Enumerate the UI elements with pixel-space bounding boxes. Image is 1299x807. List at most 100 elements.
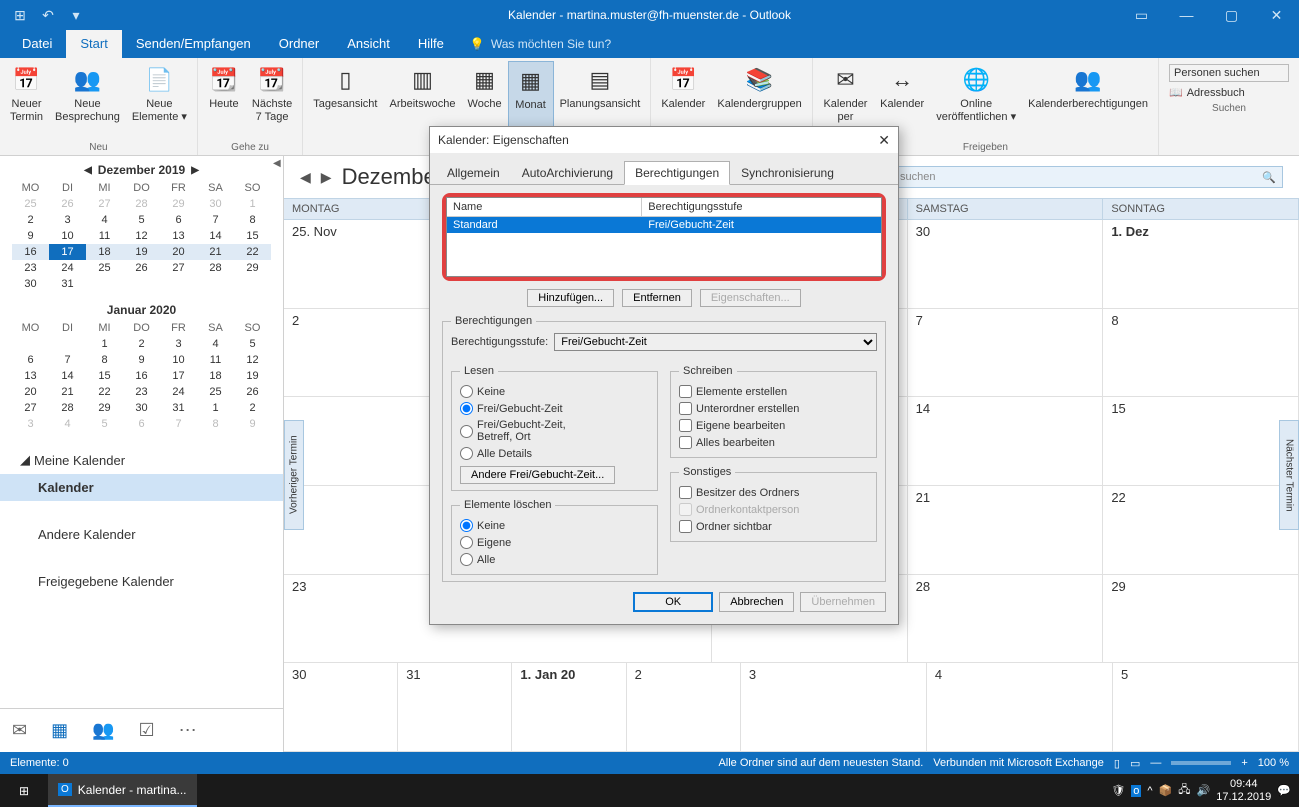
schreiben-unterordner-check[interactable]: Unterordner erstellen	[679, 400, 868, 417]
cal-day[interactable]: 21	[197, 244, 234, 260]
cal-day[interactable]: 25	[86, 260, 123, 276]
mail-icon[interactable]: ✉	[12, 720, 27, 741]
cal-day[interactable]: 29	[160, 196, 197, 212]
cal-day[interactable]	[49, 336, 86, 352]
andere-freigebucht-button[interactable]: Andere Frei/Gebucht-Zeit...	[460, 466, 615, 484]
cal-day[interactable]: 20	[160, 244, 197, 260]
start-button[interactable]: ⊞	[0, 774, 48, 807]
next-appointment-tab[interactable]: Nächster Termin	[1279, 420, 1299, 530]
neue-elemente-button[interactable]: 📄Neue Elemente ▾	[126, 61, 193, 140]
tab-ansicht[interactable]: Ansicht	[333, 30, 404, 58]
cal-day[interactable]: 4	[49, 416, 86, 432]
cal-day[interactable]: 18	[197, 368, 234, 384]
cal-day[interactable]: 22	[86, 384, 123, 400]
tab-datei[interactable]: Datei	[8, 30, 66, 58]
cal-day[interactable]: 21	[49, 384, 86, 400]
cal-day[interactable]: 17	[160, 368, 197, 384]
cal-day[interactable]: 11	[197, 352, 234, 368]
cal-day[interactable]: 29	[86, 400, 123, 416]
minimize-icon[interactable]: —	[1164, 0, 1209, 30]
tray-notifications-icon[interactable]: 💬	[1277, 784, 1291, 797]
tray-volume-icon[interactable]: 🔊	[1197, 784, 1211, 797]
heute-button[interactable]: 📆Heute	[202, 61, 246, 140]
people-nav-icon[interactable]: 👥	[92, 720, 114, 741]
lesen-frei-ort-radio[interactable]: Frei/Gebucht-Zeit, Betreff, Ort	[460, 417, 649, 445]
cal-day[interactable]: 14	[49, 368, 86, 384]
lesen-alle-radio[interactable]: Alle Details	[460, 445, 649, 462]
personen-suchen-input[interactable]: Personen suchen	[1169, 64, 1289, 82]
schreiben-eigene-check[interactable]: Eigene bearbeiten	[679, 417, 868, 434]
cal-day[interactable]: 8	[86, 352, 123, 368]
cal-day[interactable]: 30	[123, 400, 160, 416]
cal-day[interactable]: 3	[49, 212, 86, 228]
tab-start[interactable]: Start	[66, 30, 121, 58]
cal-day[interactable]: 13	[12, 368, 49, 384]
tab-senden-empfangen[interactable]: Senden/Empfangen	[122, 30, 265, 58]
cal-day[interactable]	[123, 276, 160, 292]
system-clock[interactable]: 09:4417.12.2019	[1216, 778, 1271, 802]
cal-day[interactable]: 28	[123, 196, 160, 212]
sonstiges-besitzer-check[interactable]: Besitzer des Ordners	[679, 484, 868, 501]
loeschen-eigene-radio[interactable]: Eigene	[460, 534, 649, 551]
zoom-in-icon[interactable]: +	[1241, 757, 1247, 769]
cal-day[interactable]: 28	[49, 400, 86, 416]
cal-day[interactable]: 19	[123, 244, 160, 260]
cal-day[interactable]: 22	[234, 244, 271, 260]
cal-day[interactable]: 30	[197, 196, 234, 212]
cal-day[interactable]	[234, 276, 271, 292]
tray-outlook-icon[interactable]: o	[1131, 785, 1141, 797]
cal-day[interactable]: 8	[234, 212, 271, 228]
cal-day[interactable]: 13	[160, 228, 197, 244]
cal-next-icon[interactable]: ▶	[321, 169, 332, 186]
cal-prev-icon[interactable]: ◀	[300, 169, 311, 186]
cal-day[interactable]: 12	[234, 352, 271, 368]
tray-box-icon[interactable]: 📦	[1159, 784, 1173, 797]
calendar-nav-icon[interactable]: ▦	[51, 720, 68, 741]
loeschen-keine-radio[interactable]: Keine	[460, 517, 649, 534]
cal-day[interactable]: 27	[12, 400, 49, 416]
loeschen-alle-radio[interactable]: Alle	[460, 551, 649, 568]
sonstiges-sichtbar-check[interactable]: Ordner sichtbar	[679, 518, 868, 535]
cal-day[interactable]: 25	[197, 384, 234, 400]
cal-day[interactable]: 3	[160, 336, 197, 352]
lesen-frei-radio[interactable]: Frei/Gebucht-Zeit	[460, 400, 649, 417]
cal-day[interactable]: 24	[160, 384, 197, 400]
cal-day[interactable]: 29	[234, 260, 271, 276]
cal-day[interactable]: 17	[49, 244, 86, 260]
undo-icon[interactable]: ↶	[36, 3, 60, 27]
cal-day[interactable]: 4	[197, 336, 234, 352]
cal-day[interactable]: 9	[234, 416, 271, 432]
cal-day[interactable]: 7	[49, 352, 86, 368]
cal-day[interactable]: 14	[197, 228, 234, 244]
kalenderberechtigungen-button[interactable]: 👥Kalenderberechtigungen	[1022, 61, 1154, 140]
next-month-icon[interactable]: ▶	[191, 165, 199, 176]
cal-day[interactable]: 26	[234, 384, 271, 400]
cal-day[interactable]: 2	[12, 212, 49, 228]
cal-day[interactable]: 8	[197, 416, 234, 432]
previous-appointment-tab[interactable]: Vorheriger Termin	[284, 420, 304, 530]
schreiben-elemente-check[interactable]: Elemente erstellen	[679, 383, 868, 400]
cal-day[interactable]: 5	[234, 336, 271, 352]
cal-day[interactable]	[197, 276, 234, 292]
abbrechen-button[interactable]: Abbrechen	[719, 592, 794, 612]
taskbar-item-outlook[interactable]: OKalender - martina...	[48, 774, 197, 807]
cal-day[interactable]: 1	[197, 400, 234, 416]
calendar-search-input[interactable]: suchen 🔍	[893, 166, 1283, 188]
cal-day[interactable]: 10	[160, 352, 197, 368]
cal-day[interactable]: 10	[49, 228, 86, 244]
calendar-item-andere[interactable]: Andere Kalender	[0, 521, 283, 548]
cal-day[interactable]: 24	[49, 260, 86, 276]
qat-more-icon[interactable]: ▾	[64, 3, 88, 27]
cal-day[interactable]	[12, 336, 49, 352]
tray-network-icon[interactable]: 🖧	[1178, 781, 1190, 800]
cal-day[interactable]: 6	[123, 416, 160, 432]
tell-me-search[interactable]: 💡 Was möchten Sie tun?	[458, 30, 611, 58]
neue-besprechung-button[interactable]: 👥Neue Besprechung	[49, 61, 126, 140]
cal-day[interactable]: 12	[123, 228, 160, 244]
tagesansicht-button[interactable]: ▯Tagesansicht	[307, 61, 383, 151]
tab-ordner[interactable]: Ordner	[265, 30, 333, 58]
cal-day[interactable]: 15	[234, 228, 271, 244]
tab-hilfe[interactable]: Hilfe	[404, 30, 458, 58]
entfernen-button[interactable]: Entfernen	[622, 289, 692, 307]
close-icon[interactable]: ✕	[1254, 0, 1299, 30]
